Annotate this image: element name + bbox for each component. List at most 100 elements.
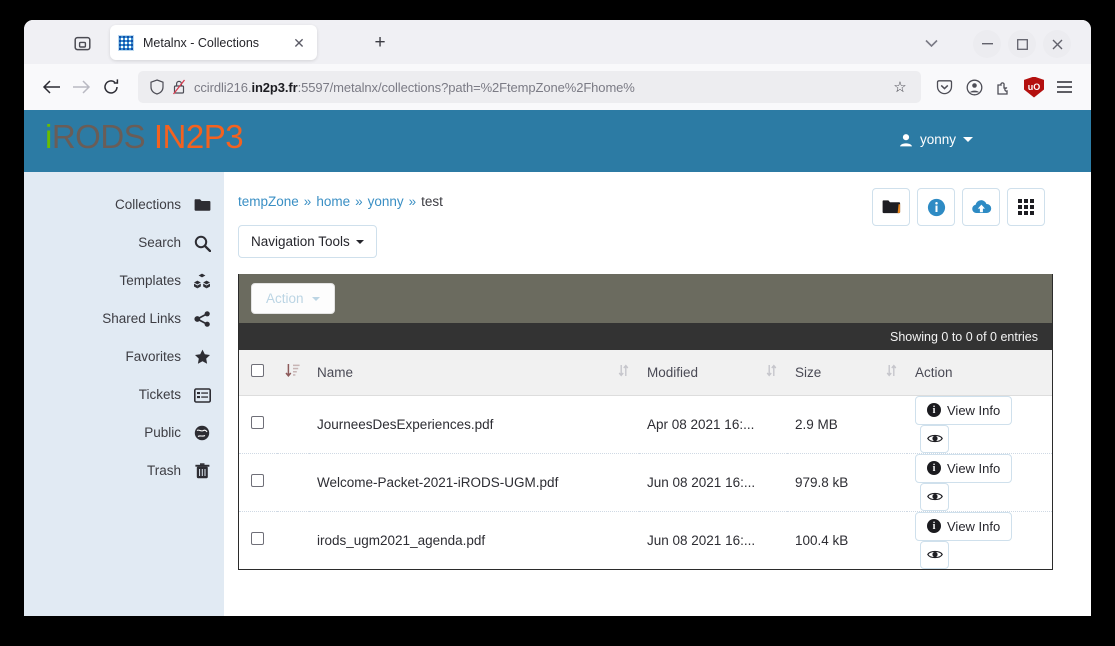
maximize-button[interactable] bbox=[1008, 30, 1036, 58]
user-menu[interactable]: yonny bbox=[899, 132, 973, 147]
eye-glyph bbox=[926, 434, 943, 443]
column-label: Name bbox=[317, 364, 354, 380]
user-name: yonny bbox=[919, 132, 956, 147]
sidebar-item-favorites[interactable]: Favorites bbox=[24, 338, 224, 376]
row-name-cell[interactable]: JourneesDesExperiences.pdf bbox=[309, 395, 639, 454]
new-collection-button[interactable] bbox=[872, 188, 910, 226]
row-name-cell[interactable]: irods_ugm2021_agenda.pdf bbox=[309, 511, 639, 569]
sidebar-item-trash[interactable]: Trash bbox=[24, 452, 224, 490]
minimize-button[interactable] bbox=[973, 30, 1001, 58]
search-icon bbox=[193, 234, 211, 252]
sidebar: Collections Search Templates Shared Link… bbox=[24, 172, 224, 616]
logo-i: i bbox=[45, 118, 52, 155]
sidebar-item-public[interactable]: Public bbox=[24, 414, 224, 452]
row-select-cell[interactable] bbox=[239, 453, 277, 512]
info-circle-icon bbox=[927, 198, 945, 216]
sidebar-item-label: Collections bbox=[114, 197, 181, 213]
breadcrumb-item-yonny[interactable]: yonny bbox=[368, 194, 404, 209]
chevron-down-glyph bbox=[924, 39, 938, 47]
view-info-label: View Info bbox=[947, 402, 1001, 418]
close-icon[interactable]: ✕ bbox=[289, 33, 309, 53]
grid-view-button[interactable] bbox=[1007, 188, 1045, 226]
preview-button[interactable] bbox=[920, 482, 949, 511]
preview-button[interactable] bbox=[920, 540, 949, 569]
account-glyph bbox=[966, 79, 982, 95]
sidebar-item-search[interactable]: Search bbox=[24, 224, 224, 262]
row-select-cell[interactable] bbox=[239, 395, 277, 454]
upload-button[interactable] bbox=[962, 188, 1000, 226]
ublock-origin-icon[interactable]: uO bbox=[1019, 72, 1049, 102]
forward-button[interactable] bbox=[66, 72, 96, 102]
row-action-cell: i View Info bbox=[907, 453, 1052, 512]
pocket-icon[interactable] bbox=[929, 72, 959, 102]
column-header-name[interactable]: Name bbox=[309, 350, 639, 396]
url-bar[interactable]: ccirdli216.in2p3.fr:5597/metalnx/collect… bbox=[138, 71, 921, 103]
row-select-cell[interactable] bbox=[239, 511, 277, 569]
table-row[interactable]: Welcome-Packet-2021-iRODS-UGM.pdf Jun 08 … bbox=[239, 453, 1052, 512]
sidebar-item-shared-links[interactable]: Shared Links bbox=[24, 300, 224, 338]
select-all-checkbox[interactable] bbox=[251, 364, 264, 378]
sidebar-item-templates[interactable]: Templates bbox=[24, 262, 224, 300]
url-text[interactable]: ccirdli216.in2p3.fr:5597/metalnx/collect… bbox=[194, 80, 887, 95]
column-label: Modified bbox=[647, 364, 699, 380]
folder-icon bbox=[882, 200, 900, 214]
chevron-down-icon bbox=[963, 137, 973, 142]
browser-tab[interactable]: Metalnx - Collections ✕ bbox=[110, 25, 317, 60]
back-button[interactable] bbox=[36, 72, 66, 102]
sidebar-item-collections[interactable]: Collections bbox=[24, 186, 224, 224]
table-row[interactable]: irods_ugm2021_agenda.pdf Jun 08 2021 16:.… bbox=[239, 511, 1052, 569]
shield-icon[interactable] bbox=[146, 79, 168, 95]
table-body: JourneesDesExperiences.pdf Apr 08 2021 16… bbox=[239, 395, 1052, 569]
sort-amount-header[interactable] bbox=[277, 350, 309, 396]
tab-strip: Metalnx - Collections ✕ + bbox=[24, 20, 1091, 64]
table-header: Name Modified Size Action bbox=[239, 350, 1052, 396]
breadcrumb-item-tempzone[interactable]: tempZone bbox=[238, 194, 299, 209]
row-modified-cell: Apr 08 2021 16:... bbox=[639, 395, 787, 454]
breadcrumb-item-home[interactable]: home bbox=[316, 194, 350, 209]
info-circle-icon: i bbox=[927, 519, 941, 533]
preview-button[interactable] bbox=[920, 424, 949, 453]
row-spacer-cell bbox=[277, 395, 309, 454]
firefox-view-button[interactable] bbox=[68, 29, 96, 57]
row-checkbox[interactable] bbox=[251, 532, 264, 545]
view-info-label: View Info bbox=[947, 460, 1001, 476]
entries-info: Showing 0 to 0 of 0 entries bbox=[239, 323, 1052, 350]
maximize-icon bbox=[1016, 38, 1028, 50]
cloud-upload-icon bbox=[971, 199, 991, 213]
row-checkbox[interactable] bbox=[251, 474, 264, 487]
reload-button[interactable] bbox=[96, 72, 126, 102]
bookmark-star-icon[interactable]: ☆ bbox=[887, 78, 913, 96]
table-header-row: Name Modified Size Action bbox=[239, 350, 1052, 396]
app-logo[interactable]: iRODS IN2P3 bbox=[45, 118, 244, 156]
select-all-header[interactable] bbox=[239, 350, 277, 396]
sidebar-item-tickets[interactable]: Tickets bbox=[24, 376, 224, 414]
star-icon bbox=[193, 348, 211, 366]
eye-glyph bbox=[926, 550, 943, 559]
view-info-button[interactable]: i View Info bbox=[915, 453, 1013, 483]
new-tab-button[interactable]: + bbox=[367, 31, 393, 55]
table-row[interactable]: JourneesDesExperiences.pdf Apr 08 2021 16… bbox=[239, 395, 1052, 454]
navigation-tools-button[interactable]: Navigation Tools bbox=[238, 225, 377, 258]
back-arrow-icon bbox=[42, 80, 60, 94]
tracking-shield-glyph bbox=[150, 79, 164, 95]
view-info-button[interactable]: i View Info bbox=[915, 395, 1013, 425]
app-header: iRODS IN2P3 yonny bbox=[24, 110, 1091, 172]
chevron-down-icon[interactable] bbox=[919, 32, 943, 54]
menu-icon[interactable] bbox=[1049, 72, 1079, 102]
chevron-down-icon bbox=[311, 296, 320, 301]
sidebar-item-label: Tickets bbox=[138, 387, 181, 403]
browser-toolbar: ccirdli216.in2p3.fr:5597/metalnx/collect… bbox=[24, 64, 1091, 110]
firefox-view-icon bbox=[73, 36, 91, 50]
row-checkbox[interactable] bbox=[251, 416, 264, 429]
action-dropdown-button[interactable]: Action bbox=[251, 283, 335, 314]
column-header-modified[interactable]: Modified bbox=[639, 350, 787, 396]
action-label: Action bbox=[266, 291, 304, 306]
broken-lock-icon[interactable] bbox=[168, 79, 190, 95]
extensions-icon[interactable] bbox=[989, 72, 1019, 102]
view-info-button[interactable]: i View Info bbox=[915, 511, 1013, 541]
row-name-cell[interactable]: Welcome-Packet-2021-iRODS-UGM.pdf bbox=[309, 453, 639, 512]
account-icon[interactable] bbox=[959, 72, 989, 102]
collection-info-button[interactable] bbox=[917, 188, 955, 226]
close-window-button[interactable] bbox=[1043, 30, 1071, 58]
column-header-size[interactable]: Size bbox=[787, 350, 907, 396]
